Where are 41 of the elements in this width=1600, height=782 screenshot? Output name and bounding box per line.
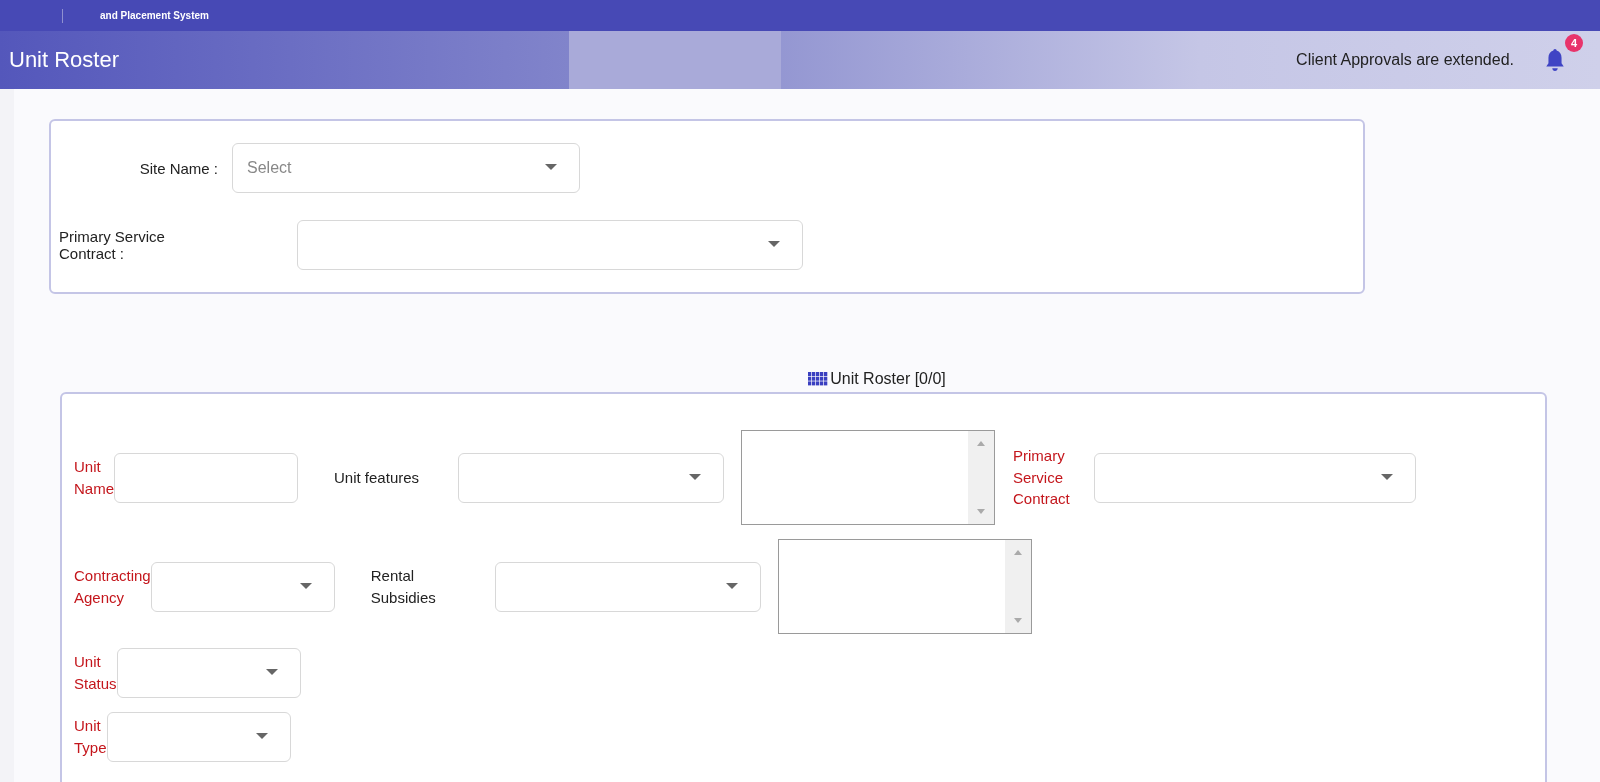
caret-icon bbox=[265, 669, 278, 675]
field-label: Unit features bbox=[334, 467, 421, 488]
notification-badge: 4 bbox=[1565, 34, 1583, 52]
bell-icon bbox=[1544, 48, 1566, 72]
caret-icon bbox=[689, 473, 701, 480]
caret-icon bbox=[1380, 473, 1393, 480]
field-label: Primary Service Contract bbox=[1013, 445, 1070, 510]
dropdown[interactable] bbox=[150, 561, 335, 612]
caret-icon bbox=[725, 582, 738, 589]
scrollbar[interactable] bbox=[968, 431, 994, 524]
scroll-down-icon bbox=[977, 509, 985, 514]
caret-icon bbox=[545, 164, 557, 170]
scroll-down-icon bbox=[1013, 618, 1022, 623]
field-label: Rental Subsidies bbox=[370, 565, 437, 608]
dropdown[interactable] bbox=[494, 561, 761, 612]
dropdown[interactable] bbox=[297, 220, 803, 270]
caret-icon bbox=[768, 241, 780, 247]
field-label: Contracting Agency bbox=[74, 565, 151, 608]
text-area[interactable] bbox=[777, 539, 1032, 634]
scrollbar[interactable] bbox=[1004, 540, 1031, 633]
field-label: Unit Type bbox=[74, 716, 107, 758]
field-label: Unit Name bbox=[74, 456, 114, 499]
field-label: Primary Service Contract : bbox=[58, 228, 166, 262]
text-area[interactable] bbox=[741, 430, 995, 525]
scroll-up-icon bbox=[977, 441, 985, 446]
field-label: Site Name : bbox=[138, 159, 219, 177]
section-title: Unit Roster [0/0] bbox=[830, 370, 946, 388]
caret-icon bbox=[299, 582, 312, 589]
text-field[interactable] bbox=[114, 452, 298, 503]
scroll-up-icon bbox=[1013, 550, 1022, 555]
dropdown[interactable] bbox=[1093, 452, 1416, 503]
field-label: Unit Status bbox=[74, 652, 117, 694]
notice-message: Client Approvals are extended. bbox=[1296, 51, 1514, 69]
dropdown[interactable] bbox=[458, 452, 724, 503]
grid-icon bbox=[808, 372, 829, 386]
page-title: Unit Roster bbox=[9, 47, 121, 73]
caret-icon bbox=[255, 733, 268, 739]
app-subtitle: and Placement System bbox=[100, 10, 209, 21]
dropdown[interactable] bbox=[106, 712, 291, 762]
dropdown[interactable] bbox=[116, 648, 301, 698]
dropdown[interactable]: Select bbox=[232, 143, 580, 193]
